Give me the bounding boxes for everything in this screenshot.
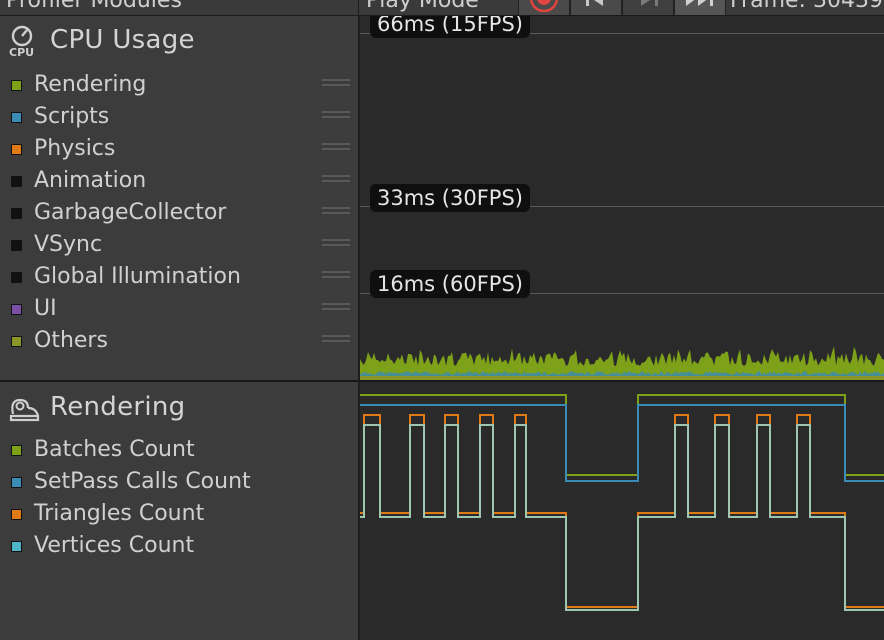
drag-handle-icon[interactable] [322, 143, 350, 153]
series-item-triangles-count[interactable]: Triangles Count [0, 499, 356, 531]
series-item-garbagecollector[interactable]: GarbageCollector [0, 198, 356, 230]
first-frame-icon [586, 0, 603, 6]
series-label: SetPass Calls Count [34, 469, 251, 494]
cpu-usage-title: CPU Usage [50, 25, 195, 55]
series-color-swatch[interactable] [11, 272, 22, 283]
series-label: VSync [34, 232, 103, 257]
series-label: Others [34, 328, 108, 353]
series-item-ui[interactable]: UI [0, 294, 356, 326]
drag-handle-icon[interactable] [322, 111, 350, 121]
svg-text:CPU: CPU [9, 46, 34, 57]
rendering-teapot-icon [8, 392, 42, 422]
drag-handle-icon[interactable] [322, 303, 350, 313]
last-frame-button[interactable] [674, 0, 726, 15]
next-frame-icon [641, 0, 658, 6]
series-item-vertices-count[interactable]: Vertices Count [0, 531, 356, 563]
play-mode-dropdown[interactable]: Play Mode [366, 0, 479, 12]
series-color-swatch[interactable] [11, 509, 22, 520]
drag-handle-icon[interactable] [322, 335, 350, 345]
rendering-header[interactable]: Rendering [8, 389, 185, 425]
series-item-setpass-calls-count[interactable]: SetPass Calls Count [0, 467, 356, 499]
series-color-swatch[interactable] [11, 144, 22, 155]
setpass-calls-count-line [360, 404, 884, 482]
fps-30-marker: 33ms (30FPS) [370, 184, 530, 212]
series-item-scripts[interactable]: Scripts [0, 102, 356, 134]
drag-handle-icon[interactable] [322, 175, 350, 185]
profiler-toolbar: Profiler Modules Play Mode Frame: 30439 [0, 0, 884, 16]
series-color-swatch[interactable] [11, 208, 22, 219]
cpu-usage-header[interactable]: CPU CPU Usage [8, 22, 195, 59]
series-label: Global Illumination [34, 264, 241, 289]
series-item-animation[interactable]: Animation [0, 166, 356, 198]
toolbar-divider [358, 0, 359, 15]
record-icon [529, 0, 559, 13]
cpu-usage-module[interactable]: CPU CPU Usage Rendering Scripts Physics Ani… [0, 16, 360, 380]
cpu-usage-chart[interactable]: 66ms (15FPS) 33ms (30FPS) 16ms (60FPS) [360, 16, 884, 380]
series-item-others[interactable]: Others [0, 326, 356, 358]
series-color-swatch[interactable] [11, 541, 22, 552]
series-label: UI [34, 296, 57, 321]
drag-handle-icon[interactable] [322, 239, 350, 249]
rendering-chart[interactable] [360, 382, 884, 640]
series-color-swatch[interactable] [11, 240, 22, 251]
rendering-title: Rendering [50, 392, 186, 422]
series-color-swatch[interactable] [11, 80, 22, 91]
rendering-graph [360, 394, 884, 611]
series-item-vsync[interactable]: VSync [0, 230, 356, 262]
rendering-module[interactable]: Rendering Batches Count SetPass Calls Cou… [0, 382, 360, 640]
series-color-swatch[interactable] [11, 304, 22, 315]
series-label: Triangles Count [34, 501, 205, 526]
series-color-swatch[interactable] [11, 445, 22, 456]
drag-handle-icon[interactable] [322, 79, 350, 89]
series-color-swatch[interactable] [11, 112, 22, 123]
fps-15-marker: 66ms (15FPS) [370, 16, 530, 38]
first-frame-button[interactable] [570, 0, 622, 15]
cpu-gauge-icon: CPU [8, 25, 42, 59]
series-item-rendering[interactable]: Rendering [0, 70, 356, 102]
record-button[interactable] [518, 0, 570, 15]
series-color-swatch[interactable] [11, 336, 22, 347]
series-label: GarbageCollector [34, 200, 227, 225]
series-label: Physics [34, 136, 116, 161]
series-item-global-illumination[interactable]: Global Illumination [0, 262, 356, 294]
drag-handle-icon[interactable] [322, 271, 350, 281]
next-frame-button[interactable] [622, 0, 674, 15]
series-item-physics[interactable]: Physics [0, 134, 356, 166]
series-label: Scripts [34, 104, 110, 129]
last-frame-icon [686, 0, 713, 6]
vertices-count-line [360, 424, 884, 611]
series-label: Animation [34, 168, 147, 193]
batches-count-line [360, 394, 884, 476]
series-color-swatch[interactable] [11, 176, 22, 187]
drag-handle-icon[interactable] [322, 207, 350, 217]
profiler-modules-title: Profiler Modules [6, 0, 182, 13]
triangles-count-line [360, 414, 884, 608]
fps-60-marker: 16ms (60FPS) [370, 270, 530, 298]
series-label: Batches Count [34, 437, 195, 462]
series-color-swatch[interactable] [11, 477, 22, 488]
series-label: Vertices Count [34, 533, 195, 558]
series-label: Rendering [34, 72, 147, 97]
frame-counter: Frame: 30439 [730, 0, 883, 13]
series-item-batches-count[interactable]: Batches Count [0, 435, 356, 467]
